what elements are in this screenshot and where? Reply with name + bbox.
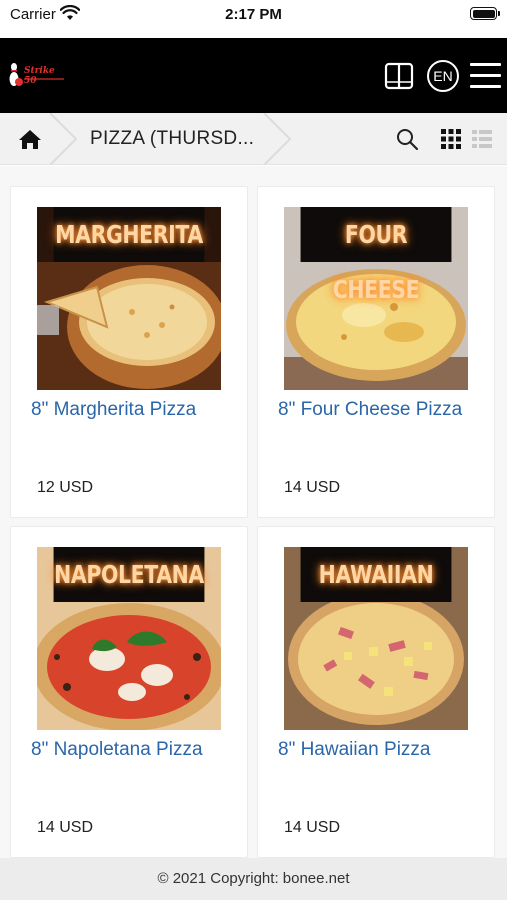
product-name-link[interactable]: 8" Hawaiian Pizza — [278, 739, 430, 761]
hamburger-menu-button[interactable] — [469, 60, 501, 92]
product-name-link[interactable]: 8" Napoletana Pizza — [31, 739, 203, 761]
language-button[interactable]: EN — [427, 60, 459, 92]
hamburger-line — [470, 63, 501, 66]
clock: 2:17 PM — [225, 6, 282, 23]
product-card-four-cheese[interactable]: FOUR CHEESE 8" Four Cheese Pizza 14 USD — [257, 186, 495, 518]
breadcrumb-separator — [263, 113, 292, 165]
search-icon[interactable] — [395, 127, 419, 151]
product-banner: HAWAIIAN — [300, 547, 452, 602]
breadcrumb-separator — [49, 113, 78, 165]
logo-underline — [24, 78, 64, 80]
list-view-icon[interactable] — [472, 129, 492, 149]
status-bar: Carrier 2:17 PM — [0, 0, 507, 38]
product-image-margherita[interactable]: MARGHERITA — [37, 207, 221, 390]
product-banner: FOUR CHEESE — [300, 207, 452, 304]
breadcrumb-home[interactable] — [0, 113, 52, 165]
battery-icon — [470, 7, 500, 20]
product-image-hawaiian[interactable]: HAWAIIAN — [284, 547, 468, 730]
brand-logo[interactable]: Strike 50 — [8, 62, 66, 88]
hamburger-line — [470, 85, 501, 88]
product-card-margherita[interactable]: MARGHERITA 8" Margherita Pizza 12 USD — [10, 186, 248, 518]
book-icon — [384, 62, 414, 90]
product-banner: MARGHERITA — [53, 207, 205, 262]
grid-view-icon[interactable] — [441, 129, 461, 149]
product-name-link[interactable]: 8" Margherita Pizza — [31, 399, 196, 421]
product-image-four-cheese[interactable]: FOUR CHEESE — [284, 207, 468, 390]
hamburger-line — [470, 74, 501, 77]
app-header: Strike 50 EN — [0, 38, 507, 113]
logo-text: Strike 50 — [24, 66, 55, 86]
menu-book-button[interactable] — [383, 60, 415, 92]
product-image-napoletana[interactable]: NAPOLETANA — [37, 547, 221, 730]
product-banner: NAPOLETANA — [53, 547, 205, 602]
home-icon — [19, 130, 41, 149]
product-price: 14 USD — [284, 819, 341, 836]
product-grid: MARGHERITA 8" Margherita Pizza 12 USD FO… — [0, 166, 507, 858]
product-price: 14 USD — [37, 819, 94, 836]
breadcrumb: PIZZA (THURSD... — [0, 113, 507, 165]
product-price: 14 USD — [284, 479, 341, 496]
footer-copyright: © 2021 Copyright: bonee.net — [0, 858, 507, 900]
bowling-pin-icon — [9, 63, 23, 86]
product-name-link[interactable]: 8" Four Cheese Pizza — [278, 399, 462, 421]
product-card-hawaiian[interactable]: HAWAIIAN 8" Hawaiian Pizza 14 USD — [257, 526, 495, 858]
product-card-napoletana[interactable]: NAPOLETANA 8" Napoletana Pizza 14 USD — [10, 526, 248, 858]
product-price: 12 USD — [37, 479, 94, 496]
breadcrumb-current[interactable]: PIZZA (THURSD... — [90, 128, 254, 150]
